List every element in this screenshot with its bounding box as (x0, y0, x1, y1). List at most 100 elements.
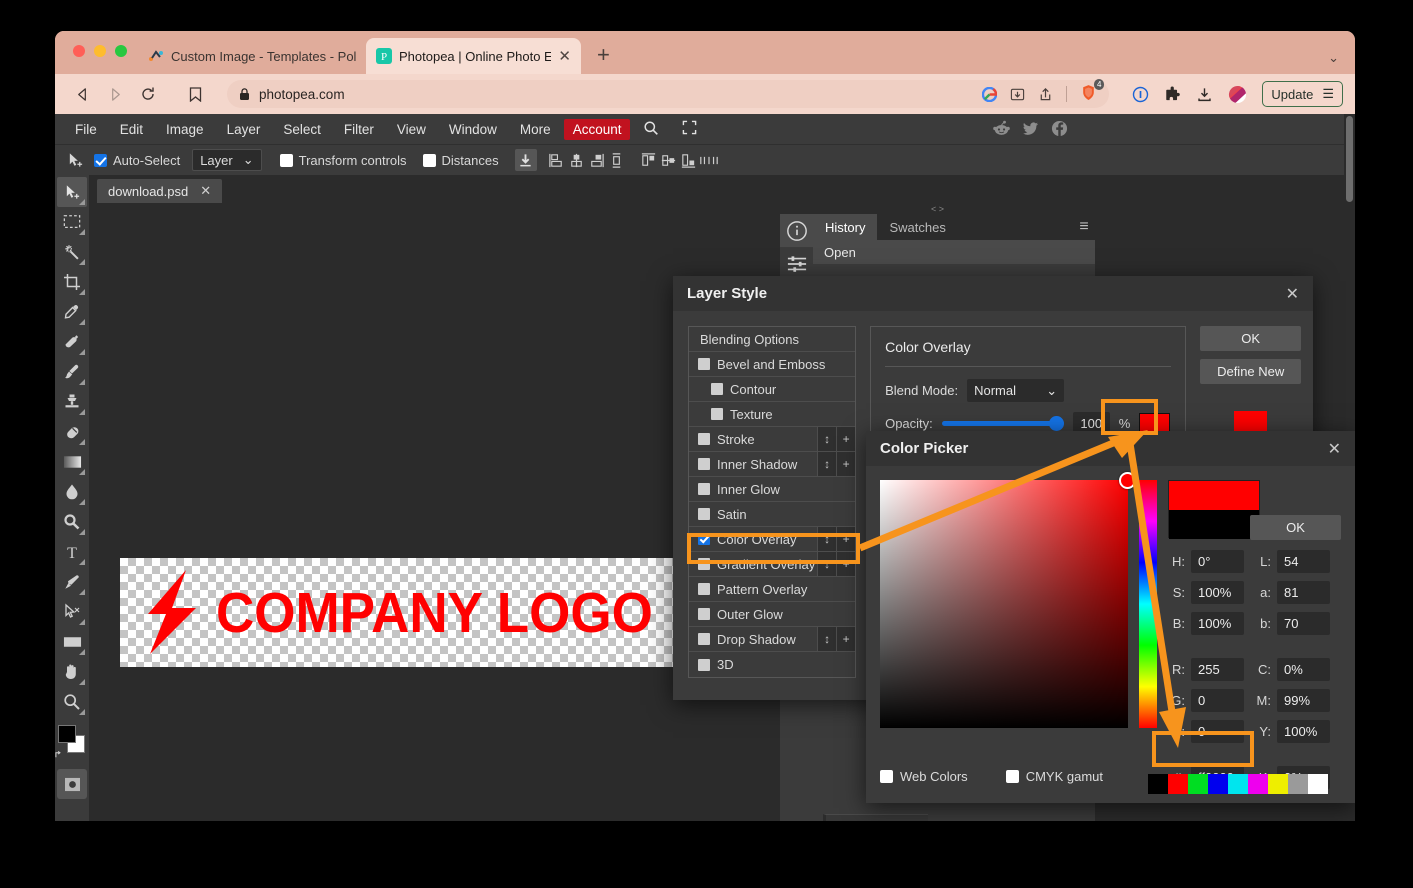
color-picker-title-bar[interactable]: Color Picker ✕ (866, 431, 1355, 466)
swatch-blue[interactable] (1208, 774, 1228, 794)
field-input[interactable]: 54 (1277, 550, 1330, 573)
zoom-tool-icon[interactable] (57, 687, 87, 717)
effect-blending-options[interactable]: Blending Options (689, 327, 856, 352)
menu-edit[interactable]: Edit (110, 118, 153, 141)
magic-wand-tool-icon[interactable] (57, 237, 87, 267)
marquee-tool-icon[interactable] (57, 207, 87, 237)
effect-reorder-button[interactable]: ↕ (817, 627, 837, 651)
effect-checkbox[interactable] (698, 458, 710, 470)
brave-rewards-icon[interactable] (1132, 86, 1149, 103)
blend-mode-select[interactable]: Normal ⌄ (967, 379, 1065, 402)
swatch-red[interactable] (1168, 774, 1188, 794)
document-tab-download-psd[interactable]: download.psd ✕ (97, 179, 223, 203)
effect-checkbox[interactable] (698, 583, 710, 595)
document-canvas[interactable]: COMPANY LOGO (120, 558, 710, 667)
menu-file[interactable]: File (65, 118, 107, 141)
minimize-window-button[interactable] (94, 45, 106, 57)
effect-satin[interactable]: Satin (689, 502, 856, 527)
effect-inner-shadow[interactable]: Inner Shadow ↕ + (689, 452, 856, 477)
back-icon[interactable] (67, 80, 97, 108)
field-input[interactable]: 81 (1277, 581, 1330, 604)
new-tab-button[interactable]: + (597, 42, 610, 74)
effect-checkbox[interactable] (698, 483, 710, 495)
close-window-button[interactable] (73, 45, 85, 57)
color-picker-ok-button[interactable]: OK (1250, 515, 1341, 540)
browser-tab-active[interactable]: P Photopea | Online Photo Editor ✕ (366, 38, 581, 74)
account-button[interactable]: Account (563, 118, 631, 140)
close-icon[interactable]: ✕ (1328, 439, 1341, 459)
search-icon[interactable] (633, 116, 669, 143)
align-top-icon[interactable] (639, 150, 659, 170)
path-select-tool-icon[interactable] (57, 597, 87, 627)
color-field-cursor[interactable] (1119, 472, 1136, 489)
distribute-v-icon[interactable] (607, 150, 627, 170)
effect-add-button[interactable]: + (836, 527, 856, 551)
history-item-open[interactable]: Open (813, 240, 1095, 264)
address-bar[interactable]: photopea.com 4 (227, 79, 1110, 108)
fullscreen-icon[interactable] (672, 116, 707, 142)
effect-contour[interactable]: Contour (689, 377, 856, 402)
brush-tool-icon[interactable] (57, 357, 87, 387)
close-icon[interactable]: ✕ (1286, 284, 1299, 304)
align-right-icon[interactable] (587, 150, 607, 170)
auto-select-scope-select[interactable]: Layer ⌄ (192, 149, 262, 171)
effect-add-button[interactable]: + (836, 627, 856, 651)
current-color-swatch[interactable] (1169, 510, 1259, 539)
effect-bevel-and-emboss[interactable]: Bevel and Emboss (689, 352, 856, 377)
reload-icon[interactable] (133, 80, 163, 108)
hue-slider[interactable] (1139, 480, 1157, 728)
pen-tool-icon[interactable] (57, 567, 87, 597)
facebook-icon[interactable] (1051, 120, 1068, 137)
effect-add-button[interactable]: + (836, 452, 856, 476)
swatch-green[interactable] (1188, 774, 1208, 794)
effect-checkbox[interactable] (698, 358, 710, 370)
hand-tool-icon[interactable] (57, 657, 87, 687)
menu-window[interactable]: Window (439, 118, 507, 141)
effect-checkbox[interactable] (698, 433, 710, 445)
field-input[interactable]: 70 (1277, 612, 1330, 635)
effect-stroke[interactable]: Stroke ↕ + (689, 427, 856, 452)
distances-checkbox[interactable]: Distances (422, 153, 499, 168)
update-button[interactable]: Update ☰ (1262, 81, 1343, 107)
field-input[interactable]: 100% (1277, 720, 1330, 743)
effect-checkbox[interactable] (698, 633, 710, 645)
shape-tool-icon[interactable] (57, 627, 87, 657)
panel-collapse-handle[interactable]: < > (780, 203, 1095, 214)
foreground-color-swatch[interactable] (58, 725, 76, 743)
browser-menu-icon[interactable]: ☰ (1322, 86, 1334, 102)
effect-checkbox[interactable] (711, 383, 723, 395)
align-bottom-icon[interactable] (679, 150, 699, 170)
effect-color-overlay[interactable]: Color Overlay ↕ + (689, 527, 856, 552)
effect-reorder-button[interactable]: ↕ (817, 527, 837, 551)
tab-list-menu-button[interactable]: ⌄ (1328, 50, 1355, 74)
effect-reorder-button[interactable]: ↕ (817, 427, 837, 451)
effect-checkbox[interactable] (698, 533, 710, 545)
define-new-button[interactable]: Define New (1200, 359, 1301, 384)
field-input[interactable]: 0% (1277, 658, 1330, 681)
swatch-white[interactable] (1308, 774, 1328, 794)
effect-checkbox[interactable] (698, 558, 710, 570)
layer-style-title-bar[interactable]: Layer Style ✕ (673, 276, 1313, 311)
field-input[interactable]: 100% (1191, 612, 1244, 635)
browser-tab-background[interactable]: Custom Image - Templates - Policie (138, 38, 366, 74)
quick-mask-icon[interactable] (57, 769, 87, 799)
reddit-icon[interactable] (993, 120, 1010, 137)
swatch-yellow[interactable] (1268, 774, 1288, 794)
field-input[interactable]: 0 (1191, 720, 1244, 743)
web-colors-checkbox[interactable]: Web Colors (880, 769, 968, 784)
maximize-window-button[interactable] (115, 45, 127, 57)
align-download-icon[interactable] (514, 149, 537, 171)
google-icon[interactable] (982, 86, 998, 102)
effect-checkbox[interactable] (711, 408, 723, 420)
swatch-gray[interactable] (1288, 774, 1308, 794)
align-middle-icon[interactable] (659, 150, 679, 170)
dodge-tool-icon[interactable] (57, 507, 87, 537)
field-input[interactable]: 0 (1191, 689, 1244, 712)
distribute-h-icon[interactable] (699, 150, 719, 170)
window-controls[interactable] (73, 45, 127, 57)
reset-colors-icon[interactable] (55, 750, 64, 759)
forward-icon[interactable] (100, 80, 130, 108)
effect-checkbox[interactable] (698, 608, 710, 620)
menu-more[interactable]: More (510, 118, 561, 141)
menu-image[interactable]: Image (156, 118, 214, 141)
